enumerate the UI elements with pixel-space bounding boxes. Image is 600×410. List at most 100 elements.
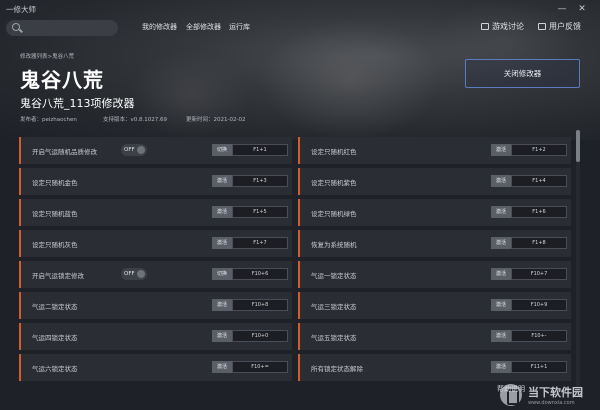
watermark-url: www.downxia.com	[528, 399, 575, 406]
hotkey-field[interactable]: F10+6	[232, 268, 288, 280]
cheat-row: 恢复为系统随机 激活 F1+8	[298, 230, 571, 257]
cheat-label: 设定只随机绿色	[311, 210, 357, 218]
cheat-label: 气运四锁定状态	[32, 334, 78, 342]
cheat-action-button[interactable]: 切换	[212, 144, 232, 156]
hotkey-field[interactable]: F10+-	[511, 330, 567, 342]
toggle-state: OFF	[124, 146, 135, 153]
cheat-row: 开启气运锁定修改 OFF 切换 F10+6	[19, 261, 292, 288]
cheat-row: 设定只随机金色 激活 F1+3	[19, 168, 292, 195]
hotkey-field[interactable]: F1+4	[511, 175, 567, 187]
cheat-action-button[interactable]: 激活	[491, 237, 511, 249]
hotkey-field[interactable]: F1+1	[232, 144, 288, 156]
cheat-action-button[interactable]: 激活	[212, 175, 232, 187]
cheat-label: 气运二锁定状态	[32, 303, 78, 311]
close-window-button[interactable]: ✕	[575, 3, 589, 15]
hotkey-field[interactable]: F10+=	[232, 361, 288, 373]
cheat-label: 气运三锁定状态	[311, 303, 357, 311]
nav-my-trainers[interactable]: 我的修改器	[142, 22, 177, 32]
cheat-label: 开启气运随机品质修改	[32, 148, 97, 156]
close-trainer-button[interactable]: 关闭修改器	[465, 59, 580, 88]
update-time: 更新时间：2021-02-02	[186, 117, 246, 123]
hotkey-field[interactable]: F1+7	[232, 237, 288, 249]
nav-runtime[interactable]: 运行库	[229, 22, 250, 32]
help-link[interactable]: 帮助说明	[497, 384, 525, 394]
cheat-action-button[interactable]: 激活	[491, 330, 511, 342]
search-icon	[12, 23, 20, 31]
cheat-label: 恢复为系统随机	[311, 241, 357, 249]
toggle-state: OFF	[124, 270, 135, 277]
cheat-label: 设定只随机蓝色	[32, 210, 78, 218]
cheat-row: 设定只随机蓝色 激活 F1+5	[19, 199, 292, 226]
cheat-label: 气运一锁定状态	[311, 272, 357, 280]
cheat-label: 设定只随机红色	[311, 148, 357, 156]
toggle-knob	[137, 270, 145, 278]
cheat-row: 气运六锁定状态 激活 F10+=	[19, 354, 292, 381]
hotkey-field[interactable]: F11+1	[511, 361, 567, 373]
hotkey-field[interactable]: F10+9	[511, 299, 567, 311]
search-input[interactable]	[24, 22, 114, 34]
hotkey-field[interactable]: F1+6	[511, 206, 567, 218]
forum-link[interactable]: 游戏讨论	[481, 21, 524, 32]
cheat-label: 设定只随机金色	[32, 179, 78, 187]
hero-art	[260, 20, 440, 140]
cheat-action-button[interactable]: 激活	[491, 361, 511, 373]
cheat-row: 气运五锁定状态 激活 F10+-	[298, 323, 571, 350]
breadcrumb[interactable]: 修改器列表>鬼谷八荒	[20, 52, 74, 60]
feedback-icon	[538, 23, 546, 30]
cheat-action-button[interactable]: 激活	[491, 299, 511, 311]
forum-label: 游戏讨论	[492, 22, 524, 31]
feedback-label: 用户反馈	[549, 22, 581, 31]
cheat-action-button[interactable]: 激活	[212, 361, 232, 373]
toggle-knob	[137, 146, 145, 154]
cheat-label: 所有锁定状态解除	[311, 365, 363, 373]
hotkey-field[interactable]: F10+0	[232, 330, 288, 342]
watermark-text: 当下软件园	[528, 385, 583, 399]
cheat-row: 气运二锁定状态 激活 F10+8	[19, 292, 292, 319]
cheat-row: 设定只随机红色 激活 F1+2	[298, 137, 571, 164]
cheat-action-button[interactable]: 激活	[212, 299, 232, 311]
cheat-label: 开启气运锁定修改	[32, 272, 84, 280]
hotkey-field[interactable]: F10+8	[232, 299, 288, 311]
cheat-row: 气运一锁定状态 激活 F10+7	[298, 261, 571, 288]
minimize-button[interactable]: —	[555, 3, 569, 15]
chat-icon	[481, 23, 489, 30]
cheat-action-button[interactable]: 激活	[491, 206, 511, 218]
cheat-row: 气运四锁定状态 激活 F10+0	[19, 323, 292, 350]
scrollbar-track[interactable]	[576, 128, 580, 390]
cheat-row: 设定只随机紫色 激活 F1+4	[298, 168, 571, 195]
hotkey-field[interactable]: F1+2	[511, 144, 567, 156]
cheat-label: 设定只随机灰色	[32, 241, 78, 249]
cheat-action-button[interactable]: 激活	[212, 330, 232, 342]
feedback-link[interactable]: 用户反馈	[538, 21, 581, 32]
cheat-label: 气运六锁定状态	[32, 365, 78, 373]
nav-all-trainers[interactable]: 全部修改器	[186, 22, 221, 32]
hotkey-field[interactable]: F1+5	[232, 206, 288, 218]
cheat-action-button[interactable]: 激活	[491, 175, 511, 187]
cheat-row: 设定只随机绿色 激活 F1+6	[298, 199, 571, 226]
cheat-action-button[interactable]: 激活	[491, 268, 511, 280]
cheat-toggle[interactable]: OFF	[121, 144, 147, 156]
trainer-title: 鬼谷八荒_113项修改器	[20, 97, 135, 110]
hotkey-field[interactable]: F10+7	[511, 268, 567, 280]
cheat-action-button[interactable]: 激活	[491, 144, 511, 156]
cheat-toggle[interactable]: OFF	[121, 268, 147, 280]
cheat-action-button[interactable]: 切换	[212, 268, 232, 280]
publisher: 发布者：peizhaochen	[20, 117, 77, 123]
cheat-row: 所有锁定状态解除 激活 F11+1	[298, 354, 571, 381]
supported-version: 支持版本：v0.8.1027.69	[103, 117, 167, 123]
app-title: 一修大师	[6, 5, 36, 14]
hotkey-field[interactable]: F1+8	[511, 237, 567, 249]
title-bar: 一修大师 — ✕	[0, 0, 600, 20]
game-title: 鬼谷八荒	[20, 68, 104, 92]
cheat-row: 设定只随机灰色 激活 F1+7	[19, 230, 292, 257]
cheat-row: 开启气运随机品质修改 OFF 切换 F1+1	[19, 137, 292, 164]
hero-art	[130, 50, 250, 140]
search-box[interactable]	[6, 20, 118, 36]
cheat-label: 设定只随机紫色	[311, 179, 357, 187]
hotkey-field[interactable]: F1+3	[232, 175, 288, 187]
cheat-label: 气运五锁定状态	[311, 334, 357, 342]
cheat-action-button[interactable]: 激活	[212, 237, 232, 249]
scrollbar-thumb[interactable]	[576, 130, 580, 162]
cheat-row: 气运三锁定状态 激活 F10+9	[298, 292, 571, 319]
cheat-action-button[interactable]: 激活	[212, 206, 232, 218]
